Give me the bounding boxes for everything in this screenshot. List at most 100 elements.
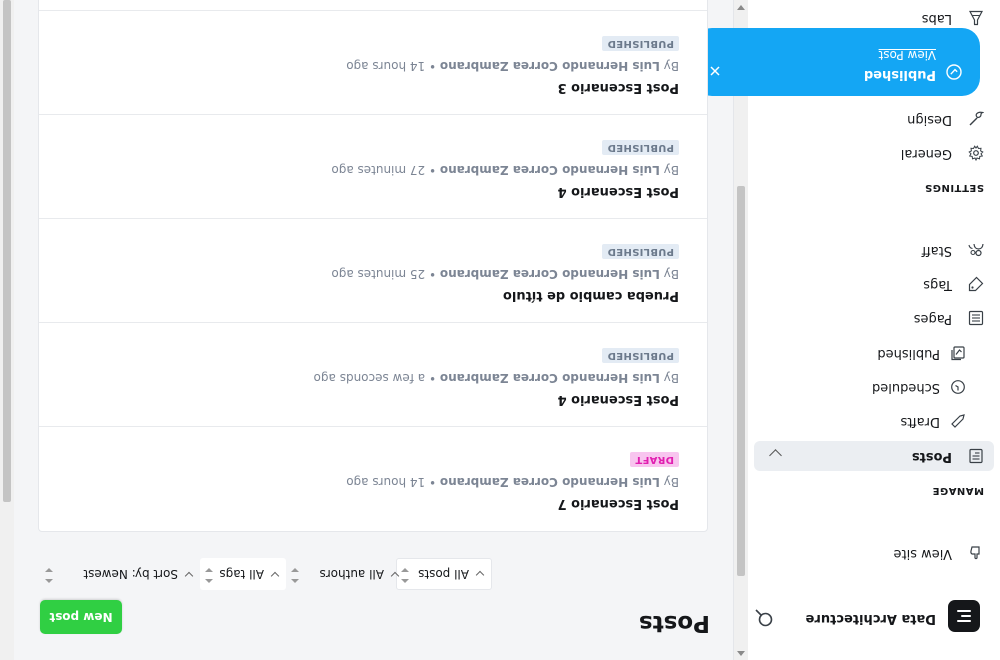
toast-title: Published <box>863 67 936 82</box>
post-meta: By Luis Hernando Correa Zambrano • 14 ho… <box>346 59 679 73</box>
nav-staff[interactable]: Staff <box>754 235 994 265</box>
post-author: Luis Hernando Correa Zambrano <box>439 475 660 489</box>
filter-post-type[interactable]: All posts <box>396 558 492 590</box>
nav-view-site[interactable]: View site <box>754 538 994 568</box>
section-heading-manage: MANAGE <box>932 485 984 496</box>
chevron-down-icon <box>390 571 400 581</box>
scroll-up-arrow-icon[interactable] <box>737 651 745 656</box>
filter-tags[interactable]: All tags <box>200 558 286 590</box>
nav-label: Published <box>877 346 940 361</box>
check-circle-icon <box>946 64 962 80</box>
spinner-arrows-icon[interactable] <box>400 563 410 587</box>
spinner-arrows-icon[interactable] <box>204 563 214 587</box>
status-badge: PUBLISHED <box>602 348 679 363</box>
site-name[interactable]: Data Architecture <box>806 611 936 626</box>
post-meta: By Luis Hernando Correa Zambrano • 25 mi… <box>331 267 679 281</box>
nav-drafts[interactable]: Drafts <box>754 406 994 436</box>
nav-label: Drafts <box>900 414 940 429</box>
post-author: Luis Hernando Correa Zambrano <box>439 59 660 73</box>
hand-pointer-icon <box>970 546 980 560</box>
nav-design[interactable]: Design <box>754 104 994 134</box>
filter-label: All tags <box>219 567 264 581</box>
view-post-link[interactable]: View Post <box>879 48 936 62</box>
nav-label: View site <box>893 546 952 561</box>
spinner-arrows-icon[interactable] <box>44 563 54 587</box>
sidebar: Data Architecture View site MANAGE Posts <box>733 0 1000 660</box>
scrollbar-thumb[interactable] <box>737 186 745 576</box>
chevron-down-icon <box>270 571 280 581</box>
spinner-arrows-icon[interactable] <box>290 563 300 587</box>
sidebar-scrollbar[interactable] <box>734 0 748 660</box>
posts-list: Post Escenario 7 By Luis Hernando Correa… <box>38 0 708 532</box>
page-title: Posts <box>638 610 710 636</box>
chevron-down-icon <box>184 571 194 581</box>
list-item[interactable]: Post Escenario 3 By Luis Hernando Correa… <box>39 10 707 115</box>
list-item[interactable]: Post Escenario 4 By Luis Hernando Correa… <box>39 114 707 219</box>
status-badge: DRAFT <box>630 452 679 467</box>
nav-label: Design <box>907 112 952 127</box>
post-meta: By Luis Hernando Correa Zambrano • 27 mi… <box>331 163 679 177</box>
list-item[interactable]: Post Escenario 4 By Luis Hernando Correa… <box>39 322 707 427</box>
nav-label: Pages <box>913 311 952 326</box>
nav-general[interactable]: General <box>754 138 994 168</box>
staff-icon <box>968 243 984 257</box>
filter-type-spinner[interactable] <box>400 558 410 590</box>
filter-label: All posts <box>418 567 469 581</box>
post-time: a few seconds ago <box>313 371 426 385</box>
filter-label: All authors <box>319 567 385 581</box>
filter-sort[interactable]: Sort by: Newest <box>40 558 200 590</box>
filter-authors[interactable]: All authors <box>286 558 406 590</box>
brush-icon <box>969 111 984 126</box>
filter-label: Sort by: Newest <box>83 567 178 581</box>
main-scrollbar[interactable] <box>0 0 14 660</box>
post-author: Luis Hernando Correa Zambrano <box>439 163 660 177</box>
list-item[interactable]: Prueba cambio de título By Luis Hernando… <box>39 218 707 323</box>
ghost-logo-icon <box>948 600 980 632</box>
close-icon[interactable] <box>708 64 722 78</box>
new-post-button[interactable]: New post <box>40 600 122 634</box>
nav-label: Tags <box>923 277 952 292</box>
nav-scheduled[interactable]: Scheduled <box>754 372 994 402</box>
status-badge: PUBLISHED <box>602 36 679 51</box>
flask-icon <box>969 10 983 26</box>
gear-icon <box>968 145 984 161</box>
search-icon[interactable] <box>754 608 774 628</box>
nav-label: Labs <box>921 11 952 26</box>
post-author: Luis Hernando Correa Zambrano <box>439 371 660 385</box>
post-meta: By Luis Hernando Correa Zambrano • a few… <box>313 371 679 385</box>
posts-icon <box>969 448 983 464</box>
nav-label: Posts <box>911 449 952 464</box>
nav-label: Staff <box>921 243 952 258</box>
post-author: Luis Hernando Correa Zambrano <box>439 267 660 281</box>
post-meta: By Luis Hernando Correa Zambrano • 14 ho… <box>346 475 679 489</box>
post-time: 14 hours ago <box>346 475 426 489</box>
post-title[interactable]: Post Escenario 4 <box>558 392 679 407</box>
chevron-down-icon[interactable] <box>769 449 782 462</box>
post-title[interactable]: Post Escenario 4 <box>558 184 679 199</box>
post-title[interactable]: Post Escenario 3 <box>558 80 679 95</box>
scroll-down-arrow-icon[interactable] <box>737 5 745 10</box>
pages-icon <box>968 310 984 326</box>
chevron-down-icon <box>475 570 485 580</box>
post-title[interactable]: Post Escenario 7 <box>558 496 679 511</box>
section-heading-settings: SETTINGS <box>924 182 984 193</box>
status-badge: PUBLISHED <box>602 244 679 259</box>
nav-posts[interactable]: Posts <box>754 441 994 471</box>
tag-icon <box>968 276 984 292</box>
clock-icon <box>951 380 965 394</box>
published-icon <box>951 346 965 361</box>
post-time: 25 minutes ago <box>331 267 426 281</box>
post-title[interactable]: Prueba cambio de título <box>503 288 679 303</box>
nav-published[interactable]: Published <box>754 338 994 368</box>
pencil-icon <box>951 414 965 428</box>
post-time: 14 hours ago <box>346 59 426 73</box>
list-item[interactable]: Post Escenario 7 By Luis Hernando Correa… <box>39 426 707 531</box>
scrollbar-thumb[interactable] <box>3 0 11 502</box>
status-badge: PUBLISHED <box>602 140 679 155</box>
nav-label: Scheduled <box>872 380 940 395</box>
post-time: 27 minutes ago <box>331 163 426 177</box>
nav-label: General <box>900 146 952 161</box>
nav-tags[interactable]: Tags <box>754 269 994 299</box>
published-toast: Published View Post <box>694 28 980 96</box>
nav-pages[interactable]: Pages <box>754 303 994 333</box>
